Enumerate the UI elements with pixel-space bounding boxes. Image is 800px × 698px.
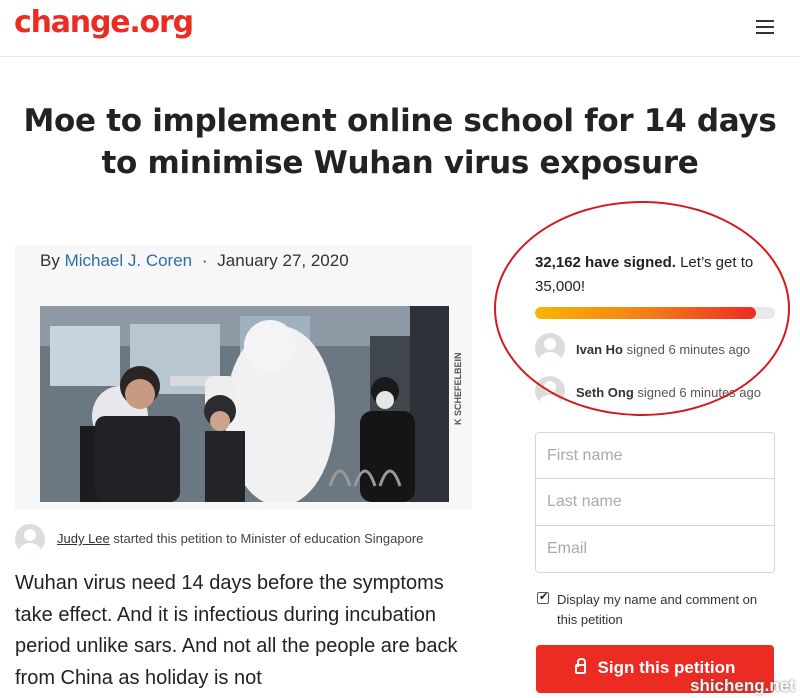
byline: By Michael J. Coren · January 27, 2020 — [40, 251, 349, 271]
signer-text: Seth Ong signed 6 minutes ago — [576, 385, 761, 400]
email-field[interactable]: Email — [535, 526, 775, 573]
byline-separator: · — [201, 251, 208, 270]
starter-text: Judy Lee started this petition to Minist… — [57, 531, 423, 546]
story-card: By Michael J. Coren · January 27, 2020 K… — [15, 245, 472, 510]
petition-title: Moe to implement online school for 14 da… — [23, 103, 777, 181]
recent-signer: Ivan Ho signed 6 minutes ago — [535, 333, 785, 365]
author-link[interactable]: Michael J. Coren — [65, 251, 193, 270]
display-name-checkbox[interactable] — [537, 590, 549, 604]
first-name-field[interactable]: First name — [535, 432, 775, 479]
watermark: shicheng.net — [690, 676, 795, 695]
last-name-field[interactable]: Last name — [535, 479, 775, 526]
starter-name-link[interactable]: Judy Lee — [57, 531, 110, 546]
signer-action: signed 6 minutes ago — [633, 385, 761, 400]
signature-progress-fill — [535, 307, 756, 319]
sign-petition-label: Sign this petition — [597, 658, 736, 677]
petition-body: Wuhan virus need 14 days before the symp… — [15, 572, 458, 689]
story-photo-illustration — [40, 306, 449, 502]
signer-avatar-icon — [535, 376, 565, 406]
signer-name: Ivan Ho — [576, 342, 623, 357]
starter-avatar-icon — [15, 524, 45, 554]
byline-prefix: By — [40, 251, 60, 270]
story-date: January 27, 2020 — [217, 251, 349, 270]
signature-count-number: 32,162 have signed. — [535, 254, 676, 271]
story-photo — [40, 306, 449, 502]
photo-credit: K SCHEFELBEIN — [453, 352, 463, 425]
starter-description: started this petition to Minister of edu… — [109, 531, 424, 546]
signature-progress-bar — [535, 307, 775, 319]
signer-text: Ivan Ho signed 6 minutes ago — [576, 342, 750, 357]
signer-action: signed 6 minutes ago — [622, 342, 751, 357]
top-bar: change.org — [0, 0, 800, 57]
hamburger-menu-icon[interactable] — [756, 20, 774, 36]
petition-starter: Judy Lee started this petition to Minist… — [15, 522, 485, 556]
change-org-logo[interactable]: change.org — [14, 5, 194, 40]
display-name-label[interactable]: Display my name and comment on this peti… — [557, 590, 777, 630]
lock-icon — [574, 658, 586, 674]
signer-avatar-icon — [535, 333, 565, 363]
signer-name: Seth Ong — [576, 385, 634, 400]
recent-signer: Seth Ong signed 6 minutes ago — [535, 376, 785, 408]
signature-count: 32,162 have signed. Let’s get to 35,000! — [535, 251, 775, 299]
